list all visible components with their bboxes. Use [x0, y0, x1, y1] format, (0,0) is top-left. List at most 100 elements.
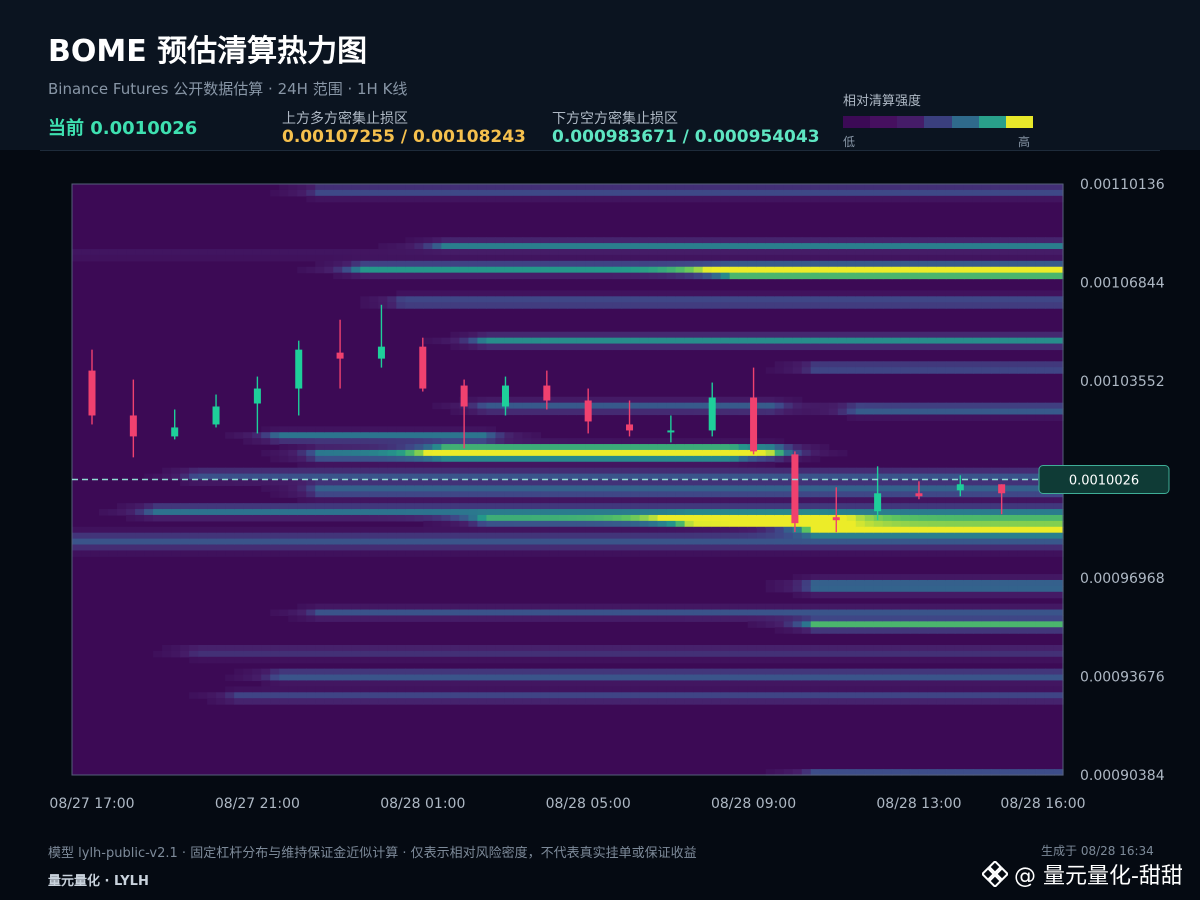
heatmap-cell — [1053, 272, 1064, 280]
heatmap-cell — [909, 621, 920, 628]
heatmap-cell — [288, 526, 298, 534]
heatmap-cell — [891, 585, 902, 593]
heatmap-cell — [1044, 621, 1055, 628]
heatmap-cell — [945, 674, 956, 682]
heatmap-cell — [414, 544, 424, 552]
heatmap-cell — [468, 402, 479, 410]
heatmap-cell — [747, 497, 758, 504]
heatmap-cell — [180, 249, 190, 256]
heatmap-cell — [720, 396, 731, 404]
heatmap-cell — [981, 296, 992, 303]
heatmap-cell — [900, 189, 911, 197]
heatmap-cell — [891, 674, 902, 682]
heatmap-cell — [999, 331, 1010, 339]
heatmap-cell — [729, 343, 740, 351]
candle-body — [377, 346, 385, 359]
heatmap-cell — [333, 603, 343, 611]
heatmap-cell — [279, 526, 289, 534]
heatmap-cell — [135, 509, 145, 516]
heatmap-cell — [162, 538, 172, 546]
heatmap-cell — [1026, 343, 1037, 351]
heatmap-cell — [378, 184, 388, 191]
heatmap-cell — [783, 585, 794, 593]
heatmap-cell — [378, 438, 388, 445]
heatmap-cell — [477, 249, 488, 256]
heatmap-cell — [333, 686, 343, 693]
heatmap-cell — [135, 532, 145, 540]
heatmap-cell — [999, 272, 1010, 280]
heatmap-cell — [927, 621, 938, 628]
heatmap-cell — [612, 674, 623, 682]
heatmap-cell — [1026, 331, 1037, 339]
heatmap-cell — [180, 509, 190, 516]
heatmap-cell — [513, 603, 524, 611]
heatmap-cell — [603, 272, 614, 280]
heatmap-cell — [261, 550, 271, 557]
heatmap-cell — [981, 520, 992, 528]
heatmap-cell — [810, 272, 821, 280]
heatmap-cell — [198, 550, 208, 557]
heatmap-cell — [414, 455, 424, 463]
heatmap-cell — [720, 686, 731, 693]
heatmap-cell — [684, 698, 695, 705]
heatmap-cell — [315, 449, 325, 457]
heatmap-cell — [522, 337, 533, 345]
heatmap-cell — [765, 195, 776, 203]
heatmap-cell — [450, 432, 460, 439]
heatmap-cell — [774, 254, 785, 262]
heatmap-cell — [873, 686, 884, 693]
heatmap-cell — [864, 526, 875, 534]
heatmap-cell — [432, 479, 442, 487]
heatmap-cell — [693, 184, 704, 191]
heatmap-cell — [765, 367, 776, 374]
heatmap-cell — [423, 249, 433, 256]
heatmap-cell — [180, 526, 190, 534]
heatmap-cell — [621, 254, 632, 262]
heatmap-cell — [954, 296, 965, 303]
heatmap-cell — [999, 674, 1010, 682]
candle-body — [460, 385, 468, 407]
heatmap-cell — [1044, 550, 1055, 557]
heatmap-cell — [774, 302, 785, 309]
heatmap-cell — [945, 503, 956, 510]
heatmap-cell — [837, 408, 848, 416]
heatmap-cell — [549, 296, 560, 303]
heatmap-cell — [99, 254, 109, 262]
heatmap-cell — [747, 272, 758, 280]
heatmap-cell — [837, 538, 848, 546]
heatmap-cell — [765, 331, 776, 339]
heatmap-cell — [801, 331, 812, 339]
heatmap-cell — [387, 532, 397, 540]
heatmap-cell — [873, 674, 884, 682]
heatmap-cell — [585, 254, 596, 262]
heatmap-cell — [414, 497, 424, 504]
heatmap-cell — [162, 467, 172, 475]
heatmap-cell — [918, 249, 929, 256]
heatmap-cell — [846, 579, 857, 587]
heatmap-cell — [1053, 414, 1064, 421]
heatmap-cell — [333, 526, 343, 534]
heatmap-cell — [486, 485, 497, 492]
heatmap-cell — [765, 402, 776, 410]
heatmap-cell — [918, 692, 929, 699]
heatmap-cell — [810, 574, 821, 581]
heatmap-cell — [207, 544, 217, 552]
heatmap-cell — [459, 455, 469, 463]
heatmap-cell — [648, 692, 659, 699]
heatmap-cell — [387, 615, 397, 622]
heatmap-cell — [999, 260, 1010, 268]
heatmap-cell — [1008, 485, 1019, 492]
heatmap-cell — [315, 444, 325, 451]
heatmap-cell — [558, 644, 569, 652]
heatmap-cell — [729, 674, 740, 682]
heatmap-cell — [918, 367, 929, 374]
heatmap-cell — [729, 266, 740, 274]
heatmap-cell — [927, 343, 938, 351]
heatmap-cell — [981, 550, 992, 557]
heatmap-cell — [756, 692, 767, 699]
heatmap-cell — [963, 538, 974, 546]
heatmap-cell — [252, 514, 262, 522]
heatmap-cell — [729, 189, 740, 197]
heatmap-cell — [504, 272, 515, 280]
heatmap-cell — [801, 361, 812, 368]
